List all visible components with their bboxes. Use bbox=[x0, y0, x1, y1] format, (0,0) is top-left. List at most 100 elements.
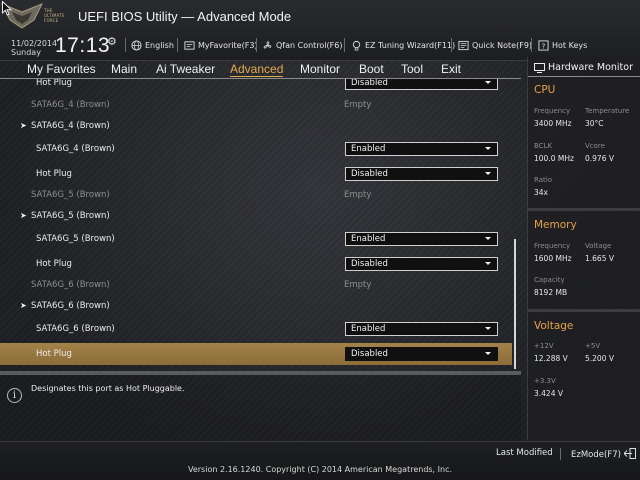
tab-my-favorites[interactable]: My Favorites bbox=[27, 62, 96, 77]
myfavorite-button[interactable]: MyFavorite(F3) bbox=[184, 37, 258, 53]
setting-row-sata6g-5-status: SATA6G_5 (Brown) Empty bbox=[0, 184, 512, 206]
header-bar: THE ULTIMATE FORCE UEFI BIOS Utility — A… bbox=[0, 0, 640, 61]
qfan-control-label: Qfan Control(F6) bbox=[276, 40, 343, 50]
sata6g-6-port-dropdown[interactable]: Enabled bbox=[345, 322, 498, 336]
setting-row-hot-plug-4b[interactable]: Hot Plug Disabled bbox=[0, 163, 512, 185]
setting-label: Hot Plug bbox=[36, 349, 72, 359]
cpu-section-title: CPU bbox=[534, 84, 556, 96]
divider bbox=[451, 38, 452, 52]
setting-label: SATA6G_5 (Brown) bbox=[31, 211, 110, 221]
setting-label: SATA6G_5 (Brown) bbox=[31, 190, 110, 200]
status-value: Empty bbox=[344, 190, 372, 200]
setting-row-sata6g-5-port[interactable]: SATA6G_5 (Brown) Enabled bbox=[0, 228, 512, 250]
hot-plug-5-dropdown[interactable]: Disabled bbox=[345, 257, 498, 271]
chevron-down-icon bbox=[485, 147, 491, 150]
setting-label: SATA6G_5 (Brown) bbox=[36, 234, 115, 244]
date-display[interactable]: 11/02/2014 Sunday bbox=[11, 39, 57, 57]
main-tab-bar: My Favorites Main Ai Tweaker Advanced Mo… bbox=[0, 61, 521, 78]
v12-value: 12.288 V bbox=[534, 354, 568, 363]
quick-note-button[interactable]: Quick Note(F9) bbox=[458, 37, 532, 53]
setting-row-hot-plug-6[interactable]: Hot Plug Disabled bbox=[0, 343, 512, 365]
mouse-cursor-icon bbox=[2, 1, 12, 16]
dropdown-value: Enabled bbox=[351, 144, 386, 154]
hot-keys-button[interactable]: ? Hot Keys bbox=[538, 37, 587, 53]
tab-boot[interactable]: Boot bbox=[359, 62, 384, 77]
favorite-icon bbox=[184, 40, 195, 51]
bclk-label: BCLK bbox=[534, 142, 553, 150]
expand-arrow-icon: ➤ bbox=[20, 211, 27, 220]
tab-monitor[interactable]: Monitor bbox=[300, 62, 340, 77]
ezmode-button[interactable]: EzMode(F7) bbox=[571, 448, 636, 462]
v12-label: +12V bbox=[534, 342, 554, 350]
setting-label: SATA6G_6 (Brown) bbox=[31, 280, 110, 290]
v5-label: +5V bbox=[585, 342, 601, 350]
hot-plug-4-dropdown[interactable]: Disabled bbox=[345, 79, 498, 90]
hot-plug-6-dropdown[interactable]: Disabled bbox=[345, 347, 498, 361]
cpu-frequency-label: Frequency bbox=[534, 107, 571, 115]
divider bbox=[177, 38, 178, 52]
capacity-label: Capacity bbox=[534, 276, 565, 284]
app-title: UEFI BIOS Utility — Advanced Mode bbox=[78, 9, 292, 24]
chevron-down-icon bbox=[485, 172, 491, 175]
divider bbox=[531, 38, 532, 52]
gear-icon[interactable]: ⚙ bbox=[107, 35, 117, 48]
hardware-monitor-panel: Hardware Monitor CPU Frequency Temperatu… bbox=[527, 57, 640, 440]
expand-arrow-icon: ➤ bbox=[20, 301, 27, 310]
dropdown-value: Disabled bbox=[351, 259, 388, 269]
setting-label: SATA6G_4 (Brown) bbox=[31, 121, 110, 131]
lightbulb-icon bbox=[351, 40, 362, 51]
day-text: Sunday bbox=[11, 48, 41, 57]
tab-exit[interactable]: Exit bbox=[441, 62, 461, 77]
chevron-down-icon bbox=[485, 352, 491, 355]
vcore-value: 0.976 V bbox=[585, 154, 614, 163]
help-icon: ? bbox=[538, 39, 549, 51]
hot-keys-label: Hot Keys bbox=[552, 40, 588, 50]
help-panel: i Designates this port as Hot Pluggable. bbox=[0, 371, 521, 441]
setting-row-hot-plug-4[interactable]: Hot Plug Disabled bbox=[0, 79, 512, 94]
setting-label: Hot Plug bbox=[36, 259, 72, 269]
scrollbar[interactable] bbox=[514, 239, 516, 369]
time-display[interactable]: 17:13 bbox=[55, 34, 110, 58]
vcore-label: Vcore bbox=[585, 142, 605, 150]
hot-plug-4b-dropdown[interactable]: Disabled bbox=[345, 167, 498, 181]
tab-tool[interactable]: Tool bbox=[401, 62, 423, 77]
dropdown-value: Enabled bbox=[351, 234, 386, 244]
fan-icon bbox=[262, 40, 273, 51]
setting-row-sata6g-6-submenu[interactable]: ➤ SATA6G_6 (Brown) bbox=[0, 295, 512, 317]
setting-row-hot-plug-5[interactable]: Hot Plug Disabled bbox=[0, 253, 512, 275]
tab-ai-tweaker[interactable]: Ai Tweaker bbox=[156, 62, 215, 77]
setting-label: SATA6G_6 (Brown) bbox=[31, 301, 110, 311]
hardware-monitor-title: Hardware Monitor bbox=[548, 62, 633, 73]
tab-advanced[interactable]: Advanced bbox=[230, 62, 284, 77]
setting-row-sata6g-4-port[interactable]: SATA6G_4 (Brown) Enabled bbox=[0, 138, 512, 160]
last-modified-button[interactable]: Last Modified bbox=[496, 448, 553, 458]
info-icon: i bbox=[7, 388, 22, 403]
language-label: English bbox=[145, 40, 174, 50]
ratio-value: 34x bbox=[534, 188, 548, 197]
bclk-value: 100.0 MHz bbox=[534, 154, 574, 163]
dropdown-value: Disabled bbox=[351, 349, 388, 359]
chevron-down-icon bbox=[485, 327, 491, 330]
setting-row-sata6g-6-port[interactable]: SATA6G_6 (Brown) Enabled bbox=[0, 318, 512, 340]
memory-voltage-value: 1.665 V bbox=[585, 254, 614, 263]
status-value: Empty bbox=[344, 280, 372, 290]
language-button[interactable]: English bbox=[131, 37, 174, 53]
sata6g-4-port-dropdown[interactable]: Enabled bbox=[345, 142, 498, 156]
sata6g-5-port-dropdown[interactable]: Enabled bbox=[345, 232, 498, 246]
memory-section-title: Memory bbox=[534, 219, 577, 231]
chevron-down-icon bbox=[485, 262, 491, 265]
voltage-section-title: Voltage bbox=[534, 320, 574, 332]
tab-main[interactable]: Main bbox=[111, 62, 137, 77]
date-text: 11/02/2014 bbox=[11, 39, 58, 48]
setting-row-sata6g-5-submenu[interactable]: ➤ SATA6G_5 (Brown) bbox=[0, 205, 512, 227]
capacity-value: 8192 MB bbox=[534, 288, 568, 297]
setting-label: SATA6G_4 (Brown) bbox=[31, 100, 110, 110]
qfan-control-button[interactable]: Qfan Control(F6) bbox=[262, 37, 342, 53]
dropdown-value: Enabled bbox=[351, 324, 386, 334]
divider bbox=[560, 448, 561, 460]
v33-label: +3.3V bbox=[534, 377, 556, 385]
cpu-frequency-value: 3400 MHz bbox=[534, 119, 572, 128]
setting-row-sata6g-4-submenu[interactable]: ➤ SATA6G_4 (Brown) bbox=[0, 115, 512, 137]
divider bbox=[256, 38, 257, 52]
ez-tuning-wizard-button[interactable]: EZ Tuning Wizard(F11) bbox=[351, 37, 455, 53]
